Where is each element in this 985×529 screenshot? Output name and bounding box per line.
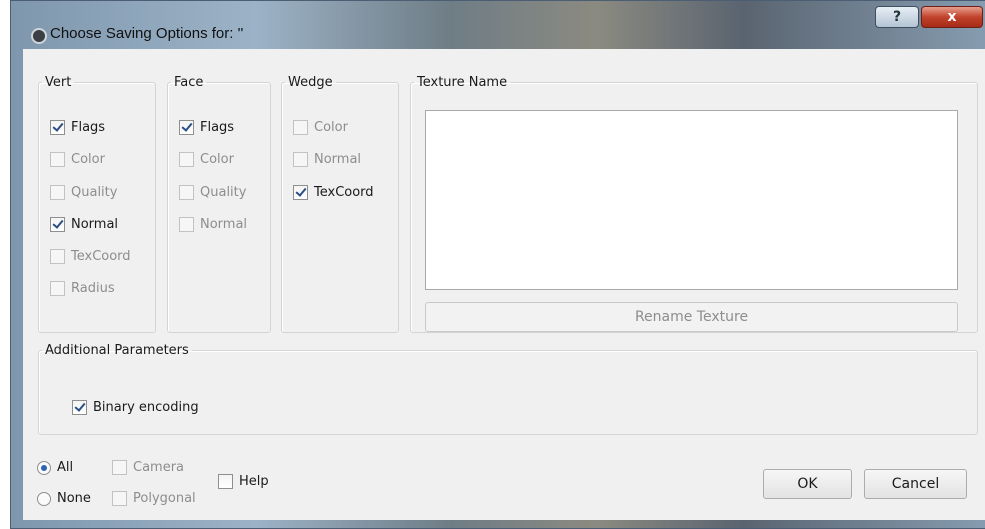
all-radio[interactable]: All	[37, 460, 73, 475]
face-normal-checkbox[interactable]: Normal	[179, 217, 247, 232]
vert-color-checkbox[interactable]: Color	[50, 152, 105, 167]
checkbox-box[interactable]	[50, 152, 65, 167]
checkbox-label: TexCoord	[314, 185, 374, 200]
camera-checkbox[interactable]: Camera	[112, 460, 184, 475]
checkbox-label: Normal	[200, 217, 248, 232]
checkbox-box[interactable]	[179, 217, 194, 232]
wedge-color-checkbox[interactable]: Color	[293, 120, 348, 135]
checkbox-label: Polygonal	[133, 491, 196, 506]
texture-name-group: Texture Name Rename Texture	[410, 75, 978, 333]
vert-texcoord-checkbox[interactable]: TexCoord	[50, 249, 131, 264]
checkbox-box[interactable]	[50, 281, 65, 296]
vert-legend: Vert	[45, 75, 72, 90]
checkbox-label: TexCoord	[71, 249, 131, 264]
checkbox-box[interactable]	[179, 185, 194, 200]
checkbox-label: Quality	[200, 185, 247, 200]
titlebar-close-button[interactable]: x	[921, 6, 983, 28]
checkbox-label: Help	[239, 474, 269, 489]
texture-name-list[interactable]	[425, 110, 958, 290]
face-quality-checkbox[interactable]: Quality	[179, 185, 246, 200]
checkbox-label: Color	[314, 120, 348, 135]
checkbox-box[interactable]	[72, 400, 87, 415]
checkbox-box[interactable]	[293, 120, 308, 135]
checkbox-label: Flags	[71, 120, 106, 135]
checkbox-box[interactable]	[293, 185, 308, 200]
vert-radius-checkbox[interactable]: Radius	[50, 281, 115, 296]
checkbox-box[interactable]	[50, 217, 65, 232]
wedge-normal-checkbox[interactable]: Normal	[293, 152, 361, 167]
checkbox-box[interactable]	[218, 474, 233, 489]
none-radio[interactable]: None	[37, 491, 91, 506]
face-color-checkbox[interactable]: Color	[179, 152, 234, 167]
checkbox-box[interactable]	[50, 249, 65, 264]
radio-label: All	[57, 460, 74, 475]
checkbox-box[interactable]	[112, 460, 127, 475]
checkbox-label: Normal	[71, 217, 119, 232]
binary-encoding-checkbox[interactable]: Binary encoding	[72, 400, 199, 415]
checkbox-box[interactable]	[179, 152, 194, 167]
texture-name-legend: Texture Name	[417, 75, 508, 90]
window-title: Choose Saving Options for: ''	[50, 25, 244, 42]
polygonal-checkbox[interactable]: Polygonal	[112, 491, 196, 506]
title-bar[interactable]: Choose Saving Options for: '' ? x	[11, 1, 985, 47]
titlebar-help-button[interactable]: ?	[875, 6, 919, 28]
face-legend: Face	[174, 75, 204, 90]
dialog-client-area: Vert Flags Color Quality Normal TexCoord	[23, 49, 985, 520]
vert-normal-checkbox[interactable]: Normal	[50, 217, 118, 232]
help-checkbox[interactable]: Help	[218, 474, 269, 489]
checkbox-box[interactable]	[50, 120, 65, 135]
checkbox-box[interactable]	[112, 491, 127, 506]
meshlab-app-icon	[31, 28, 47, 44]
radio-circle[interactable]	[37, 491, 51, 506]
wedge-texcoord-checkbox[interactable]: TexCoord	[293, 185, 374, 200]
face-flags-checkbox[interactable]: Flags	[179, 120, 234, 135]
vert-group: Vert Flags Color Quality Normal TexCoord	[38, 75, 156, 333]
vert-quality-checkbox[interactable]: Quality	[50, 185, 117, 200]
checkbox-label: Color	[200, 152, 234, 167]
face-group: Face Flags Color Quality Normal	[167, 75, 271, 333]
ok-button[interactable]: OK	[763, 469, 852, 499]
rename-texture-button[interactable]: Rename Texture	[425, 302, 958, 332]
checkbox-label: Quality	[71, 185, 118, 200]
checkbox-label: Camera	[133, 460, 185, 475]
checkbox-label: Normal	[314, 152, 362, 167]
checkbox-label: Flags	[200, 120, 235, 135]
checkbox-label: Radius	[71, 281, 115, 296]
checkbox-label: Color	[71, 152, 105, 167]
additional-parameters-legend: Additional Parameters	[45, 343, 189, 358]
save-options-dialog: Choose Saving Options for: '' ? x Vert F…	[10, 0, 985, 529]
radio-label: None	[57, 491, 91, 506]
radio-circle[interactable]	[37, 460, 51, 475]
additional-parameters-group: Additional Parameters Binary encoding	[38, 343, 978, 435]
checkbox-box[interactable]	[293, 152, 308, 167]
wedge-legend: Wedge	[288, 75, 333, 90]
checkbox-label: Binary encoding	[93, 400, 199, 415]
checkbox-box[interactable]	[50, 185, 65, 200]
cancel-button[interactable]: Cancel	[864, 469, 967, 499]
checkbox-box[interactable]	[179, 120, 194, 135]
vert-flags-checkbox[interactable]: Flags	[50, 120, 105, 135]
wedge-group: Wedge Color Normal TexCoord	[281, 75, 399, 333]
